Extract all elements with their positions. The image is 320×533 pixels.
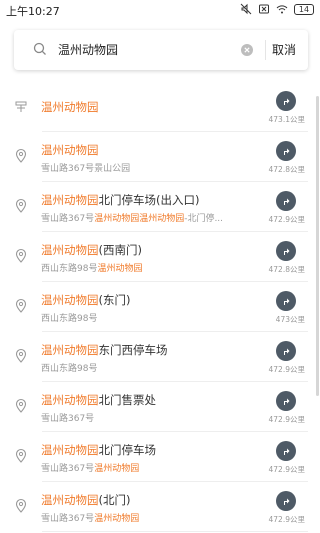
list-item[interactable]: 温州动物园(北门) 雪山路367号温州动物园 472.9公里 [0,482,320,532]
list-item[interactable]: 温州动物园北门售票处 雪山路367号 472.9公里 [0,382,320,432]
mute-icon [240,3,252,15]
navigate-button[interactable] [276,341,296,361]
signpost-icon [14,98,28,114]
result-title: 温州动物园 [41,142,99,158]
result-address-sub-hl: 温州动物园 [94,514,140,524]
result-address-sub-hl: 温州动物园温州动物园 [94,214,185,224]
status-time: 上午10:27 [6,5,60,18]
search-input[interactable]: 温州动物园 [58,41,118,58]
result-title-rest: 北门停车场(出入口) [98,193,200,207]
distance-label: 473.1公里 [268,115,305,124]
cancel-button[interactable]: 取消 [272,41,296,58]
location-pin-icon [14,398,28,414]
result-address-sub-plain: 西山东路98号 [41,314,98,324]
distance-label: 472.8公里 [268,265,305,274]
search-bar: 温州动物园 取消 [14,30,308,70]
list-item[interactable]: 温州动物园北门停车场(出入口) 雪山路367号温州动物园温州动物园-北门停... 4… [0,182,320,232]
navigate-button[interactable] [276,291,296,311]
location-pin-icon [14,348,28,364]
result-address-sub-plain: 西山东路98号 [41,264,98,274]
result-title-highlight: 温州动物园 [41,493,99,507]
distance-label: 472.9公里 [268,515,305,524]
search-icon [32,41,48,57]
result-list: 温州动物园 473.1公里 温州动物园 雪山路367号景山公园 472.8公里 温州动物园… [0,82,320,532]
result-title: 温州动物园东门西停车场 [41,342,168,358]
list-item[interactable]: 温州动物园 473.1公里 [0,82,320,132]
result-title-highlight: 温州动物园 [41,143,99,157]
result-address-sub-plain: 雪山路367号 [41,464,95,474]
result-address: 西山东路98号 [41,311,97,324]
result-address-sub-plain: 西山东路98号 [41,364,98,374]
result-title-highlight: 温州动物园 [41,343,99,357]
result-address-sub-plain: 雪山路367号景山公园 [41,164,131,174]
result-address: 雪山路367号温州动物园温州动物园-北门停... [41,211,223,224]
navigate-button[interactable] [276,391,296,411]
list-item[interactable]: 温州动物园(西南门) 西山东路98号温州动物园 472.8公里 [0,232,320,282]
result-address-sub-rest: -北门停... [184,214,224,224]
notification-icon [258,3,270,15]
list-item[interactable]: 温州动物园雪山路367号景山公园 472.8公里 [0,132,320,182]
search-divider [265,40,266,60]
list-item[interactable]: 温州动物园东门西停车场 西山东路98号 472.9公里 [0,332,320,382]
result-title-highlight: 温州动物园 [41,293,99,307]
result-title: 温州动物园北门停车场 [41,442,156,458]
result-address: 西山东路98号 [41,361,97,374]
location-pin-icon [14,198,28,214]
clear-icon[interactable] [240,42,254,56]
location-pin-icon [14,248,28,264]
result-address: 西山东路98号温州动物园 [41,261,142,274]
result-address-sub-hl: 温州动物园 [97,264,143,274]
result-title: 温州动物园北门停车场(出入口) [41,192,199,208]
wifi-icon [276,3,288,15]
location-pin-icon [14,448,28,464]
list-item[interactable]: 温州动物园(东门) 西山东路98号 473公里 [0,282,320,332]
navigate-button[interactable] [276,141,296,161]
result-title: 温州动物园北门售票处 [41,392,156,408]
result-address-sub-plain: 雪山路367号 [41,214,95,224]
battery-icon: 14 [294,3,314,15]
result-title-highlight: 温州动物园 [41,393,99,407]
result-title-highlight: 温州动物园 [41,193,99,207]
result-address: 雪山路367号温州动物园 [41,461,139,474]
result-address: 雪山路367号景山公园 [41,161,130,174]
result-address-sub-plain: 雪山路367号 [41,414,95,424]
status-icons: 14 [240,3,314,15]
navigate-button[interactable] [276,491,296,511]
result-title-rest: 北门售票处 [98,393,157,407]
navigate-button[interactable] [276,241,296,261]
result-title: 温州动物园(北门) [41,492,130,508]
list-item[interactable]: 温州动物园北门停车场 雪山路367号温州动物园 472.9公里 [0,432,320,482]
result-address: 雪山路367号温州动物园 [41,511,139,524]
navigate-button[interactable] [276,91,296,111]
navigate-button[interactable] [276,191,296,211]
result-title: 温州动物园(西南门) [41,242,142,258]
result-title: 温州动物园(东门) [41,292,130,308]
result-title-rest: 东门西停车场 [98,343,168,357]
distance-label: 473公里 [275,315,305,324]
result-address-sub-hl: 温州动物园 [94,464,140,474]
location-pin-icon [14,298,28,314]
distance-label: 472.9公里 [268,465,305,474]
result-address-sub-plain: 雪山路367号 [41,514,95,524]
result-title-highlight: 温州动物园 [41,243,99,257]
result-title-rest: (北门) [98,493,131,507]
navigate-button[interactable] [276,441,296,461]
status-bar: 上午10:27 14 [0,0,320,20]
result-title-highlight: 温州动物园 [41,443,99,457]
distance-label: 472.9公里 [268,415,305,424]
result-title: 温州动物园 [41,99,99,115]
result-title-rest: (东门) [98,293,131,307]
result-address: 雪山路367号 [41,411,94,424]
distance-label: 472.8公里 [268,165,305,174]
distance-label: 472.9公里 [268,215,305,224]
location-pin-icon [14,498,28,514]
location-pin-icon [14,148,28,164]
scrollbar[interactable] [316,96,319,396]
result-title-rest: (西南门) [98,243,142,257]
distance-label: 472.9公里 [268,365,305,374]
result-title-rest: 北门停车场 [98,443,157,457]
result-title-highlight: 温州动物园 [41,100,99,114]
